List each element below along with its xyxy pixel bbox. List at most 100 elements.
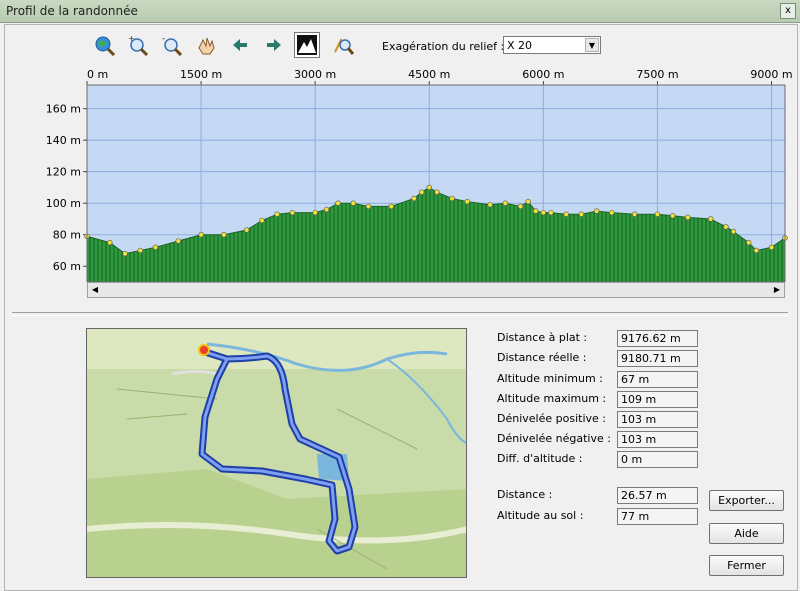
scroll-right-icon[interactable]: ▶ xyxy=(770,283,784,297)
elevation-point xyxy=(449,195,455,202)
y-tick-label: 160 m xyxy=(46,103,81,116)
help-button[interactable]: Aide xyxy=(709,523,784,544)
elevation-point xyxy=(289,209,296,216)
elevation-point xyxy=(685,214,691,221)
elevation-point xyxy=(107,239,113,246)
elevation-point xyxy=(753,247,760,254)
x-tick-label: 7500 m xyxy=(636,68,678,81)
stat-value: 9176.62 m xyxy=(617,330,698,347)
elevation-point xyxy=(593,208,600,214)
elevation-point xyxy=(631,211,638,217)
elevation-point xyxy=(730,228,737,235)
arrow-right-icon[interactable] xyxy=(261,32,287,58)
stat-label: Dénivelée négative : xyxy=(497,432,611,445)
elevation-point xyxy=(221,232,227,238)
elevation-point xyxy=(323,206,330,213)
pan-hand-icon[interactable] xyxy=(193,32,219,58)
relief-exaggeration-value: X 20 xyxy=(507,39,533,52)
elevation-point xyxy=(259,217,265,224)
elevation-point xyxy=(669,213,676,219)
elevation-point xyxy=(540,209,547,216)
chevron-down-icon[interactable]: ▼ xyxy=(585,38,599,52)
x-tick-label: 6000 m xyxy=(522,68,564,81)
elevation-point xyxy=(152,244,159,251)
elevation-point xyxy=(746,239,752,246)
stat-value: 109 m xyxy=(617,391,698,408)
stat-label: Altitude maximum : xyxy=(497,392,607,405)
x-tick-label: 3000 m xyxy=(294,68,336,81)
map-image xyxy=(87,329,466,577)
elevation-point xyxy=(335,200,341,206)
zoom-globe-icon[interactable] xyxy=(91,32,117,58)
elevation-point xyxy=(122,250,128,257)
elevation-point xyxy=(175,238,181,244)
elevation-point xyxy=(350,200,356,206)
window-title: Profil de la randonnée xyxy=(6,4,138,18)
y-tick-label: 80 m xyxy=(53,229,81,242)
elevation-point xyxy=(578,211,585,217)
elevation-point xyxy=(464,198,470,205)
y-tick-label: 100 m xyxy=(46,197,81,210)
stat-label: Altitude minimum : xyxy=(497,372,603,385)
zoom-out-icon[interactable]: - xyxy=(158,32,184,58)
stat-value: 103 m xyxy=(617,411,698,428)
elevation-point xyxy=(274,211,280,217)
stat-value: 0 m xyxy=(617,451,698,468)
stat-value: 9180.71 m xyxy=(617,350,698,367)
elevation-point xyxy=(418,189,425,195)
elevation-point xyxy=(426,184,432,191)
stat-label: Distance : xyxy=(497,488,553,501)
elevation-point xyxy=(388,203,394,210)
arrow-left-icon[interactable] xyxy=(227,32,253,58)
elevation-point xyxy=(654,211,661,217)
stat-value: 26.57 m xyxy=(617,487,698,504)
route-map xyxy=(86,328,467,578)
elevation-point xyxy=(548,209,554,216)
elevation-point xyxy=(312,209,318,216)
y-tick-label: 140 m xyxy=(46,134,81,147)
relief-exaggeration-select[interactable]: X 20 ▼ xyxy=(503,36,601,54)
elevation-point xyxy=(609,209,615,216)
profile-scrollbar[interactable]: ◀ ▶ xyxy=(87,282,785,298)
stat-label: Altitude au sol : xyxy=(497,509,584,522)
elevation-profile-chart: 0 m 1500 m 3000 m 4500 m 6000 m 7500 m 9000 m 1… xyxy=(46,68,793,282)
stat-label: Distance réelle : xyxy=(497,351,587,364)
stat-label: Dénivelée positive : xyxy=(497,412,606,425)
elevation-point xyxy=(434,189,440,195)
x-tick-label: 1500 m xyxy=(180,68,222,81)
svg-text:+: + xyxy=(128,34,135,43)
title-bar: Profil de la randonnée x xyxy=(0,0,800,23)
stat-label: Diff. d'altitude : xyxy=(497,452,583,465)
y-tick-label: 120 m xyxy=(46,166,81,179)
elevation-point xyxy=(502,200,509,206)
elevation-point xyxy=(487,202,493,208)
stat-value: 67 m xyxy=(617,371,698,388)
close-window-button[interactable]: x xyxy=(780,3,796,19)
relief-mountain-icon[interactable] xyxy=(294,32,320,58)
elevation-point xyxy=(198,232,204,238)
elevation-point xyxy=(411,195,417,202)
stat-label: Distance à plat : xyxy=(497,331,588,344)
profile-tool-icon[interactable] xyxy=(330,32,356,58)
relief-exaggeration-label: Exagération du relief : xyxy=(382,40,505,53)
x-tick-label: 0 m xyxy=(87,68,108,81)
close-button[interactable]: Fermer xyxy=(709,555,784,576)
scroll-left-icon[interactable]: ◀ xyxy=(88,283,102,297)
elevation-point xyxy=(563,211,569,217)
elevation-point xyxy=(525,198,531,205)
x-tick-label: 9000 m xyxy=(750,68,792,81)
stat-value: 77 m xyxy=(617,508,698,525)
zoom-in-icon[interactable]: + xyxy=(124,32,150,58)
elevation-point xyxy=(365,203,372,210)
y-tick-label: 60 m xyxy=(53,260,81,273)
elevation-point xyxy=(768,244,775,251)
divider xyxy=(12,312,788,316)
elevation-point xyxy=(517,203,524,210)
svg-text:-: - xyxy=(162,34,165,44)
export-button[interactable]: Exporter... xyxy=(709,490,784,511)
elevation-point xyxy=(137,247,143,254)
elevation-point xyxy=(723,224,729,230)
x-tick-label: 4500 m xyxy=(408,68,450,81)
stat-value: 103 m xyxy=(617,431,698,448)
elevation-point xyxy=(244,227,250,233)
